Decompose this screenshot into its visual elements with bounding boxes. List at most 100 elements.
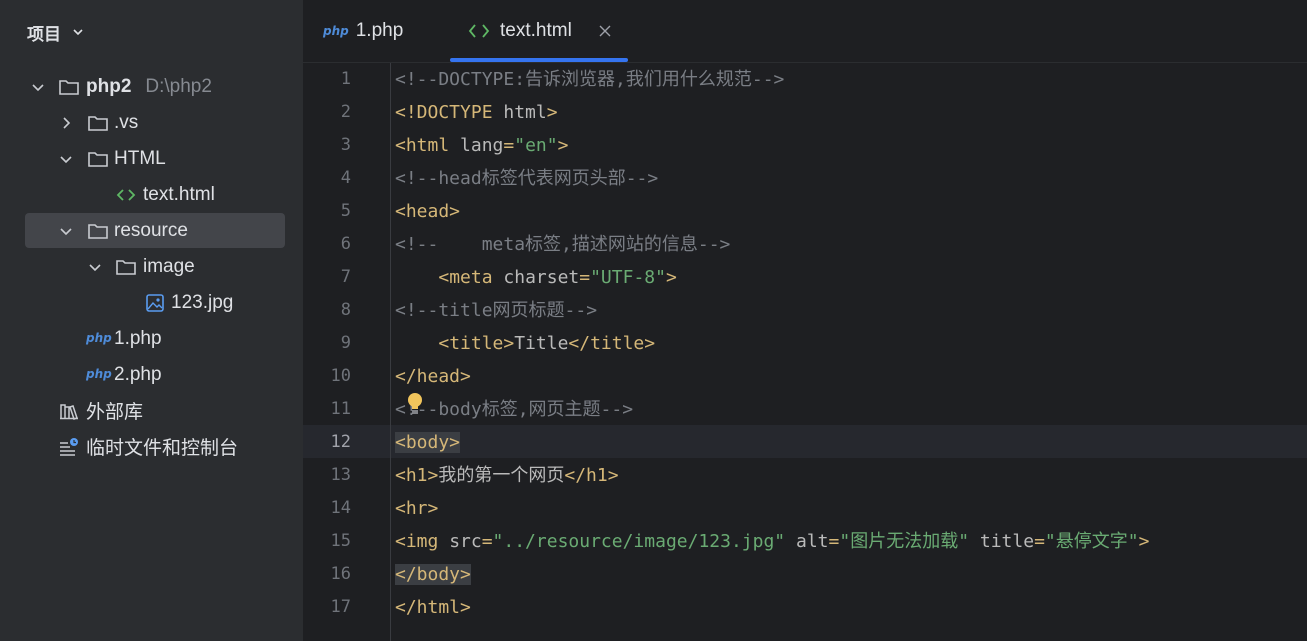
code-token: <h1>: [395, 465, 439, 486]
html-file-icon: [468, 24, 490, 38]
php-file-icon: php: [86, 367, 112, 381]
image-file-icon: [146, 293, 164, 312]
code-token: <title>: [438, 333, 515, 354]
code-token: Title: [514, 333, 569, 354]
code-token: </head>: [395, 366, 471, 387]
code-line[interactable]: <!--head标签代表网页头部-->: [395, 162, 658, 195]
code-line[interactable]: </body>: [395, 558, 471, 591]
code-line[interactable]: <meta charset="UTF-8">: [395, 261, 677, 294]
line-number: 16: [330, 564, 351, 584]
code-line[interactable]: <h1>我的第一个网页</h1>: [395, 459, 619, 492]
tab-text-html[interactable]: text.html: [450, 0, 628, 62]
tree-item-label: image: [143, 255, 195, 277]
code-line[interactable]: <hr>: [395, 492, 438, 525]
code-line[interactable]: <!--body标签,网页主题-->: [395, 393, 633, 426]
chevron-down-icon[interactable]: [31, 80, 45, 94]
code-token: "UTF-8": [590, 267, 666, 288]
code-token: =: [1034, 531, 1045, 552]
tree-item-vs[interactable]: .vs: [25, 105, 285, 140]
chevron-right-icon[interactable]: [59, 116, 73, 130]
code-token: =: [503, 135, 515, 156]
tree-item-123-jpg[interactable]: 123.jpg: [25, 285, 285, 320]
tree-item-scratches-consoles[interactable]: 临时文件和控制台: [25, 429, 285, 464]
line-number: 6: [340, 234, 351, 254]
tab-label: text.html: [500, 20, 572, 41]
line-number: 13: [330, 465, 351, 485]
project-sidebar: 项目 php2 D:\php2 .vs HTML text.html resour…: [0, 0, 303, 641]
code-token: "悬停文字": [1044, 531, 1139, 552]
code-token: <!-- meta标签,描述网站的信息-->: [395, 234, 731, 255]
code-line[interactable]: <title>Title</title>: [395, 327, 655, 360]
code-token: </body>: [395, 564, 471, 585]
code-token: <body>: [395, 432, 461, 453]
line-number: 3: [340, 135, 351, 155]
line-number: 14: [330, 498, 351, 518]
code-line[interactable]: <body>: [395, 426, 461, 459]
line-number: 4: [340, 168, 351, 188]
project-path-hint: D:\php2: [145, 75, 212, 97]
code-token: lang: [460, 135, 504, 156]
tree-item-image-folder[interactable]: image: [25, 249, 285, 284]
code-line[interactable]: <!-- meta标签,描述网站的信息-->: [395, 228, 730, 261]
tree-item-label: resource: [114, 219, 188, 241]
code-line[interactable]: <!--title网页标题-->: [395, 294, 597, 327]
tree-item-resource[interactable]: resource: [25, 213, 285, 248]
code-line[interactable]: <img src = "../resource/image/123.jpg" alt…: [395, 525, 1149, 558]
code-token: src: [449, 531, 482, 552]
code-token: <img: [395, 531, 450, 552]
php-file-icon: php: [86, 331, 112, 345]
code-token: charset: [503, 267, 580, 288]
tree-item-label: text.html: [143, 183, 215, 205]
chevron-down-icon[interactable]: [59, 224, 73, 238]
code-token: <hr>: [395, 498, 439, 519]
folder-icon: [88, 223, 108, 239]
code-line[interactable]: <!DOCTYPE html>: [395, 96, 558, 129]
code-line[interactable]: <!--DOCTYPE:告诉浏览器,我们用什么规范-->: [395, 63, 784, 96]
code-token: >: [546, 102, 558, 123]
line-number: 15: [330, 531, 351, 551]
code-token: <!--head标签代表网页头部-->: [395, 168, 659, 189]
tree-item-label: 外部库: [86, 402, 144, 423]
line-number: 11: [330, 399, 351, 419]
tree-item-text-html[interactable]: text.html: [25, 177, 285, 212]
code-token: >: [665, 267, 677, 288]
line-number: 8: [340, 300, 351, 320]
code-line[interactable]: </head>: [395, 360, 471, 393]
tree-item-external-libraries[interactable]: 外部库: [25, 393, 285, 428]
lightbulb-icon[interactable]: [405, 391, 425, 415]
tree-item-php2[interactable]: php2 D:\php2: [25, 69, 285, 104]
code-line[interactable]: <head>: [395, 195, 460, 228]
tree-item-label: 2.php: [114, 363, 162, 385]
code-token: alt: [785, 531, 829, 552]
tree-item-1-php[interactable]: php 1.php: [25, 321, 285, 356]
tree-item-2-php[interactable]: php 2.php: [25, 357, 285, 392]
chevron-down-icon[interactable]: [59, 152, 73, 166]
tab-1-php[interactable]: php 1.php: [323, 0, 433, 62]
chevron-down-icon[interactable]: [88, 260, 102, 274]
code-token: </h1>: [564, 465, 619, 486]
line-number: 1: [340, 69, 351, 89]
code-line[interactable]: <html lang="en">: [395, 129, 568, 162]
tree-item-label: 临时文件和控制台: [86, 438, 239, 459]
tree-item-label: php2: [86, 75, 132, 97]
close-icon[interactable]: [599, 25, 611, 37]
project-title: 项目: [27, 24, 61, 45]
code-token: =: [828, 531, 840, 552]
code-token: title: [969, 531, 1035, 552]
tree-item-label: 1.php: [114, 327, 162, 349]
folder-icon: [88, 151, 108, 167]
code-token: "../resource/image/123.jpg": [492, 531, 786, 552]
line-number: 9: [340, 333, 351, 353]
code-token: =: [579, 267, 591, 288]
tree-item-html-folder[interactable]: HTML: [25, 141, 285, 176]
line-number: 5: [340, 201, 351, 221]
code-token: <head>: [395, 201, 461, 222]
line-number: 7: [340, 267, 351, 287]
scratches-consoles-icon: [60, 437, 78, 456]
code-line[interactable]: </html>: [395, 591, 471, 624]
line-number: 2: [340, 102, 351, 122]
tree-item-label: HTML: [114, 147, 166, 169]
project-view-selector[interactable]: 项目: [27, 18, 85, 46]
